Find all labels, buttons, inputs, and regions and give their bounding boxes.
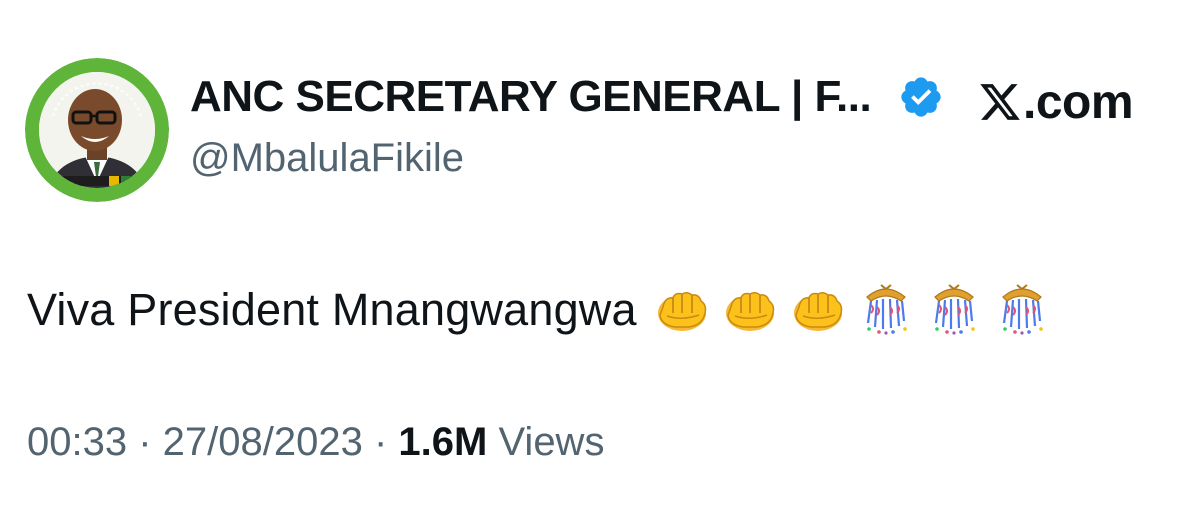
avatar-image [25, 58, 169, 202]
oncoming-fist-emoji [725, 291, 774, 331]
brand-domain: .com [1023, 75, 1134, 129]
user-handle[interactable]: @MbalulaFikile [190, 136, 464, 181]
confetti-ball-emoji [865, 284, 907, 335]
tweet-body: Viva President Mnangwangwa [27, 280, 1049, 340]
oncoming-fist-emoji [657, 291, 706, 331]
views-count[interactable]: 1.6M [398, 420, 487, 464]
meta-separator: · [127, 420, 163, 464]
avatar[interactable] [25, 58, 169, 202]
x-logo-icon [980, 84, 1020, 120]
tweet-date[interactable]: 27/08/2023 [163, 420, 363, 464]
meta-separator: · [362, 420, 399, 464]
display-name[interactable]: ANC SECRETARY GENERAL | F... [190, 72, 872, 122]
tweet-card: ANC SECRETARY GENERAL | F... .com @Mbalu… [0, 0, 1200, 517]
verified-badge-icon[interactable] [898, 74, 944, 120]
confetti-ball-emoji [933, 284, 975, 335]
tweet-text: Viva President Mnangwangwa [27, 284, 637, 335]
x-com-brand[interactable]: .com [978, 72, 1134, 132]
confetti-ball-emoji [1001, 284, 1043, 335]
views-label[interactable]: Views [498, 420, 604, 464]
oncoming-fist-emoji [793, 291, 842, 331]
tweet-time[interactable]: 00:33 [27, 420, 127, 464]
tweet-meta: 00:33 · 27/08/2023 · 1.6M Views [27, 420, 604, 465]
